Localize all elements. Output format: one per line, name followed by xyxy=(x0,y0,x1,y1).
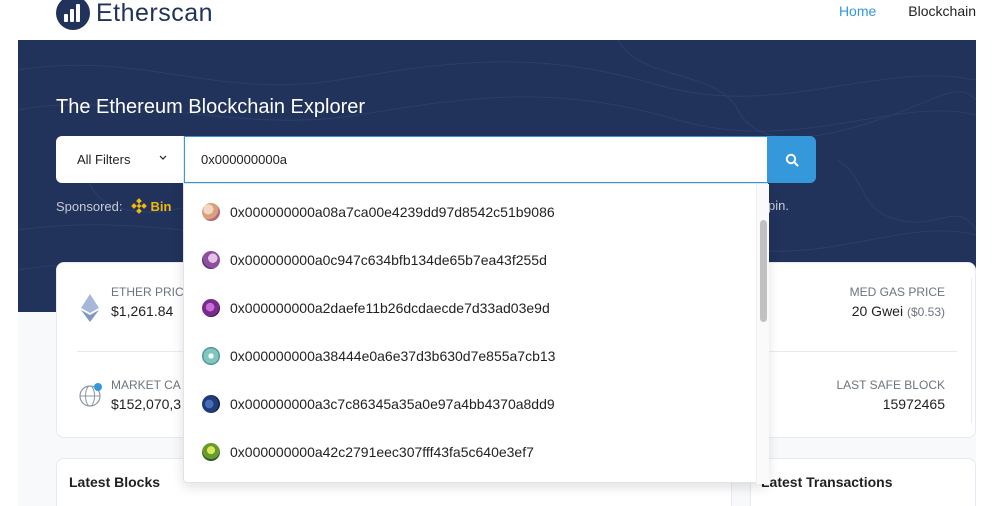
chevron-down-icon xyxy=(159,155,167,160)
etherscan-logo[interactable]: Etherscan xyxy=(56,0,213,30)
sponsored-label: Sponsored: xyxy=(56,198,123,214)
market-cap-value: $152,070,3 xyxy=(111,396,182,412)
market-cap-stat: MARKET CA $152,070,3 xyxy=(111,378,181,412)
ether-price-stat: ETHER PRIC $1,261.84 xyxy=(111,285,184,319)
gas-price-stat: MED GAS PRICE 20 Gwei ($0.53) xyxy=(850,285,945,319)
latest-transactions-title: Latest Transactions xyxy=(761,474,893,490)
latest-transactions-panel: Latest Transactions xyxy=(750,458,976,506)
identicon-icon xyxy=(202,347,220,365)
main-nav: Home Blockchain xyxy=(839,3,976,19)
suggestion-item[interactable]: 0x000000000a2daefe11b26dcdaecde7d33ad03e… xyxy=(184,284,754,332)
sponsored-brand[interactable]: Bin xyxy=(130,198,172,214)
last-safe-block-stat: LAST SAFE BLOCK 15972465 xyxy=(837,378,946,412)
suggestion-item[interactable]: 0x000000000a08a7ca00e4239dd97d8542c51b90… xyxy=(184,188,754,236)
search-input[interactable]: 0x000000000a xyxy=(184,136,768,183)
card-edge-line xyxy=(971,278,972,423)
gas-price-label: MED GAS PRICE xyxy=(849,285,945,299)
filter-select[interactable]: All Filters xyxy=(56,136,184,183)
gas-price-value: 20 Gwei xyxy=(851,303,904,319)
suggestion-item[interactable]: 0x000000000a42c2791eec307fff43fa5c640e3e… xyxy=(184,428,754,476)
suggestion-address: 0x000000000a3c7c86345a35a0e97a4bb4370a8d… xyxy=(230,396,555,412)
suggestion-address: 0x000000000a2daefe11b26dcdaecde7d33ad03e… xyxy=(230,300,550,316)
sponsored-tail: pin. xyxy=(768,198,789,213)
suggestion-item[interactable]: 0x000000000a38444e0a6e37d3b630d7e855a7cb… xyxy=(184,332,754,380)
market-cap-label: MARKET CA xyxy=(111,378,181,392)
last-safe-block-label: LAST SAFE BLOCK xyxy=(836,378,946,392)
suggestion-address: 0x000000000a08a7ca00e4239dd97d8542c51b90… xyxy=(230,204,555,220)
identicon-icon xyxy=(202,443,220,461)
identicon-icon xyxy=(202,299,220,317)
dropdown-scrollbar[interactable] xyxy=(756,184,769,484)
suggestion-item[interactable]: 0x000000000a0c947c634bfb134de65b7ea43f25… xyxy=(184,236,754,284)
sponsored-brand-text: Bin xyxy=(150,198,172,214)
search-icon xyxy=(785,153,799,166)
suggestion-item[interactable]: 0x000000000a3c7c86345a35a0e97a4bb4370a8d… xyxy=(184,380,754,428)
nav-home[interactable]: Home xyxy=(839,3,876,19)
etherscan-logo-icon xyxy=(56,0,90,30)
last-safe-block-value[interactable]: 15972465 xyxy=(837,396,945,412)
gas-price-value-row[interactable]: 20 Gwei ($0.53) xyxy=(850,303,945,319)
page-title: The Ethereum Blockchain Explorer xyxy=(56,96,366,118)
globe-icon xyxy=(79,383,102,407)
identicon-icon xyxy=(202,203,220,221)
scrollbar-thumb[interactable] xyxy=(760,220,767,322)
binance-icon xyxy=(130,198,147,214)
search-button[interactable] xyxy=(768,136,816,183)
sponsored-line: Sponsored: Bin xyxy=(56,198,171,214)
suggestion-address: 0x000000000a38444e0a6e37d3b630d7e855a7cb… xyxy=(230,348,556,364)
top-navbar: Etherscan Home Blockchain xyxy=(18,0,976,40)
nav-blockchain[interactable]: Blockchain xyxy=(908,3,976,19)
ether-price-value[interactable]: $1,261.84 xyxy=(111,303,184,319)
filter-label: All Filters xyxy=(77,152,131,167)
search-suggestions-dropdown: 0x000000000a08a7ca00e4239dd97d8542c51b90… xyxy=(183,183,769,484)
ether-price-label: ETHER PRIC xyxy=(111,285,184,299)
identicon-icon xyxy=(202,251,220,269)
gas-price-usd: ($0.53) xyxy=(906,305,945,319)
suggestion-address: 0x000000000a42c2791eec307fff43fa5c640e3e… xyxy=(230,444,534,460)
ethereum-icon xyxy=(81,294,99,322)
suggestion-address: 0x000000000a0c947c634bfb134de65b7ea43f25… xyxy=(230,252,547,268)
identicon-icon xyxy=(202,395,220,413)
logo-text: Etherscan xyxy=(96,0,214,27)
